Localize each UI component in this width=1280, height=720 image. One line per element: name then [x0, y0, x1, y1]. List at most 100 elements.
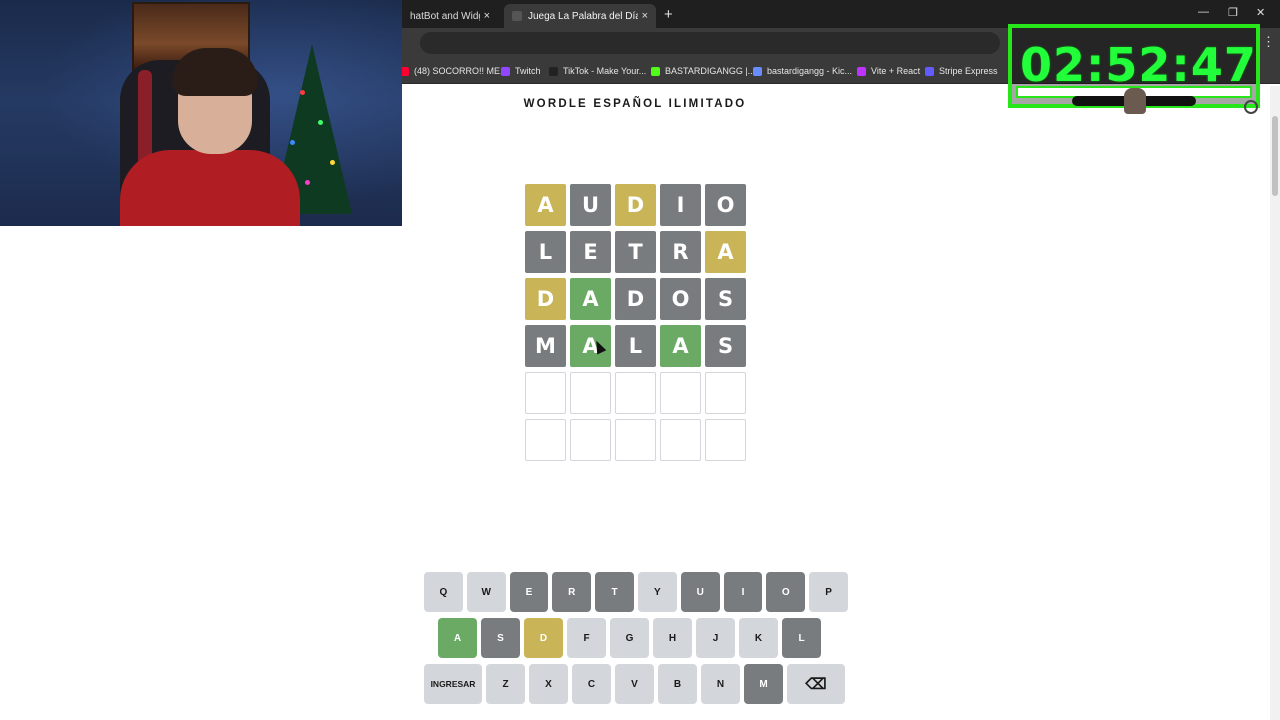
key-m[interactable]: M	[744, 664, 783, 704]
board-tile: A	[525, 184, 566, 226]
board-tile	[660, 419, 701, 461]
key-i[interactable]: I	[723, 572, 763, 612]
twitch-icon	[501, 66, 510, 76]
avatar	[1124, 88, 1146, 114]
on-screen-keyboard: Q W E R T Y U I O P A S D F G H J K L INGRESAR Z X C V B N M ⌫	[424, 572, 848, 710]
bookmark-item[interactable]: Stripe Express	[925, 64, 998, 78]
tree-light	[330, 160, 335, 165]
tab-wordle[interactable]: Juega La Palabra del Día en Wo ×	[504, 4, 656, 28]
backspace-key[interactable]: ⌫	[787, 664, 845, 704]
key-v[interactable]: V	[615, 664, 654, 704]
board-tile: L	[525, 231, 566, 273]
streamer-body	[120, 150, 300, 226]
tree-light	[305, 180, 310, 185]
key-u[interactable]: U	[680, 572, 720, 612]
key-c[interactable]: C	[572, 664, 611, 704]
tab-chatbot-widgets[interactable]: hatBot and Widgets ×	[402, 4, 498, 28]
bookmark-item[interactable]: TikTok - Make Your...	[549, 64, 646, 78]
address-input[interactable]	[420, 32, 1000, 54]
key-t[interactable]: T	[595, 572, 634, 612]
board-tile: A	[570, 325, 611, 367]
board-tile	[705, 372, 746, 414]
maximize-button[interactable]: ❐	[1228, 6, 1238, 19]
board-tile	[705, 419, 746, 461]
board-tile	[615, 419, 656, 461]
close-icon[interactable]: ×	[642, 10, 648, 22]
bookmark-label: BASTARDIGANGG |...	[665, 66, 756, 76]
key-z[interactable]: Z	[486, 664, 525, 704]
kick-icon	[651, 66, 660, 76]
key-l[interactable]: L	[782, 618, 821, 658]
key-x[interactable]: X	[529, 664, 568, 704]
key-o[interactable]: O	[766, 572, 806, 612]
key-r[interactable]: R	[552, 572, 592, 612]
favicon-icon	[512, 11, 522, 21]
tiktok-icon	[549, 66, 558, 76]
scrollbar-thumb[interactable]	[1272, 116, 1278, 196]
tree-light	[300, 90, 305, 95]
new-tab-button[interactable]: +	[664, 6, 673, 23]
key-k[interactable]: K	[739, 618, 778, 658]
board-row	[525, 419, 747, 461]
bookmark-label: Vite + React	[871, 66, 921, 76]
key-e[interactable]: E	[509, 572, 549, 612]
webcam-overlay	[0, 0, 402, 226]
key-a[interactable]: A	[438, 618, 477, 658]
board-tile	[570, 372, 611, 414]
bookmark-item[interactable]: Vite + React	[857, 64, 920, 78]
board-tile: T	[615, 231, 656, 273]
board-tile	[615, 372, 656, 414]
board-tile: S	[705, 278, 746, 320]
bookmark-item[interactable]: bastardigangg - Kic...	[753, 64, 852, 78]
bookmark-label: (48) SOCORRO!! ME...	[414, 66, 508, 76]
scrollbar[interactable]	[1270, 86, 1280, 720]
board-tile: D	[525, 278, 566, 320]
bookmark-label: TikTok - Make Your...	[563, 66, 647, 76]
backspace-icon: ⌫	[805, 676, 827, 693]
vite-icon	[857, 66, 866, 76]
close-window-button[interactable]: ✕	[1256, 6, 1265, 19]
board-tile: R	[660, 231, 701, 273]
board-row: MALAS	[525, 325, 747, 367]
board-row	[525, 372, 747, 414]
tree-light	[290, 140, 295, 145]
key-q[interactable]: Q	[424, 572, 463, 612]
key-b[interactable]: B	[658, 664, 697, 704]
key-g[interactable]: G	[610, 618, 649, 658]
bookmark-label: Stripe Express	[939, 66, 998, 76]
bookmark-item[interactable]: (48) SOCORRO!! ME...	[400, 64, 508, 78]
minimize-button[interactable]: —	[1198, 6, 1209, 18]
board-tile	[525, 419, 566, 461]
board-tile: L	[615, 325, 656, 367]
streamer-hair	[172, 48, 258, 96]
key-s[interactable]: S	[481, 618, 520, 658]
bookmark-item[interactable]: Twitch	[501, 64, 541, 78]
board-tile: E	[570, 231, 611, 273]
key-f[interactable]: F	[567, 618, 606, 658]
settings-icon[interactable]	[1244, 100, 1258, 114]
game-board: AUDIOLETRADADOSMALAS	[525, 184, 747, 466]
screen: hatBot and Widgets × Juega La Palabra de…	[0, 0, 1280, 720]
key-w[interactable]: W	[466, 572, 506, 612]
globe-icon	[753, 66, 762, 76]
key-n[interactable]: N	[701, 664, 740, 704]
key-d[interactable]: D	[524, 618, 563, 658]
key-y[interactable]: Y	[637, 572, 677, 612]
browser-menu-icon[interactable]: ⋮	[1262, 34, 1275, 50]
enter-key[interactable]: INGRESAR	[424, 664, 482, 704]
key-h[interactable]: H	[653, 618, 692, 658]
board-tile: U	[570, 184, 611, 226]
board-tile: A	[570, 278, 611, 320]
keyboard-row: QWERTYUIOP	[424, 572, 848, 612]
board-tile	[570, 419, 611, 461]
close-icon[interactable]: ×	[484, 10, 490, 22]
key-j[interactable]: J	[696, 618, 735, 658]
key-p[interactable]: P	[809, 572, 848, 612]
bookmark-item[interactable]: BASTARDIGANGG |...	[651, 64, 755, 78]
tab-label: Juega La Palabra del Día en Wo	[528, 10, 638, 22]
board-row: LETRA	[525, 231, 747, 273]
board-tile: O	[660, 278, 701, 320]
board-tile: S	[705, 325, 746, 367]
tree-light	[318, 120, 323, 125]
board-tile	[660, 372, 701, 414]
